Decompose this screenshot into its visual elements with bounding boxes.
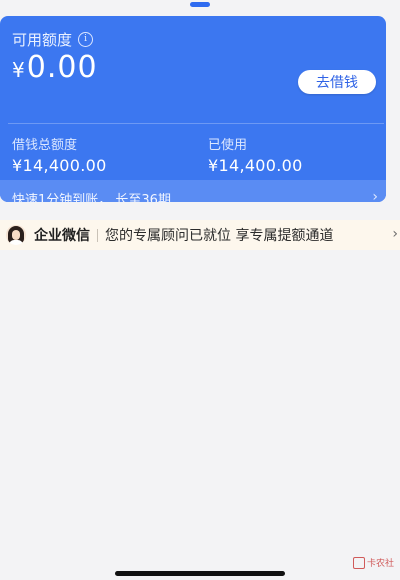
available-credit-label: 可用额度 [12, 31, 73, 49]
credit-card-panel: 可用额度 i ¥ 0.00 去借钱 借钱总额度 ¥14,400.00 已使用 ¥… [0, 16, 386, 202]
card-footer-text: 快速1分钟到账， 长至36期 [12, 192, 171, 203]
used-label: 已使用 [208, 138, 248, 153]
borrow-button[interactable]: 去借钱 [298, 70, 376, 94]
total-limit-value: ¥14,400.00 [12, 156, 107, 175]
chevron-right-icon: › [392, 226, 398, 242]
total-limit-stat: 借钱总额度 ¥14,400.00 [12, 134, 107, 175]
currency-symbol: ¥ [12, 58, 25, 82]
card-footer-link[interactable]: 快速1分钟到账， 长至36期 › [0, 180, 386, 202]
available-credit-label-row: 可用额度 i [12, 29, 94, 50]
wecom-brand: 企业微信 [34, 228, 90, 244]
wecom-banner[interactable]: 企业微信 您的专属顾问已就位 享专属提额通道 › [0, 220, 400, 250]
available-amount-value: 0.00 [26, 50, 98, 85]
available-credit-section: 可用额度 i ¥ 0.00 去借钱 [0, 16, 386, 108]
available-amount: ¥ 0.00 [12, 50, 98, 85]
home-indicator [115, 571, 285, 576]
card-divider [8, 123, 384, 124]
watermark-text: 卡农社 [366, 559, 394, 569]
info-icon[interactable]: i [78, 32, 94, 47]
total-limit-label: 借钱总额度 [12, 138, 78, 153]
banner-separator [97, 228, 98, 242]
used-stat: 已使用 ¥14,400.00 [208, 134, 303, 175]
avatar [6, 225, 26, 245]
scroll-indicator [190, 2, 210, 7]
loan-page: 可用额度 i ¥ 0.00 去借钱 借钱总额度 ¥14,400.00 已使用 ¥… [0, 0, 400, 580]
used-value: ¥14,400.00 [208, 156, 303, 175]
watermark-logo-icon [352, 556, 365, 569]
wecom-message: 您的专属顾问已就位 享专属提额通道 [105, 228, 334, 244]
chevron-right-icon: › [372, 189, 378, 202]
watermark: 卡农社 [352, 556, 394, 569]
